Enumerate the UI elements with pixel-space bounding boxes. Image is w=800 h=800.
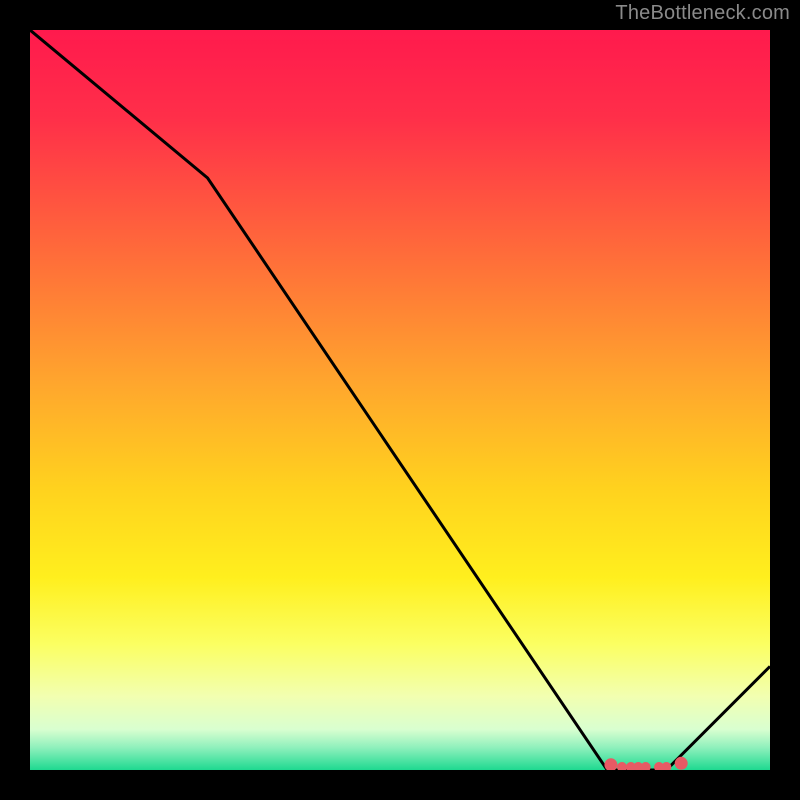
optimal-marker <box>675 757 687 769</box>
plot-area <box>30 30 770 770</box>
optimal-marker <box>618 763 627 771</box>
attribution-text: TheBottleneck.com <box>615 2 790 25</box>
heat-gradient-background <box>30 30 770 770</box>
optimal-marker <box>641 763 650 771</box>
optimal-marker <box>605 759 617 770</box>
optimal-marker <box>662 763 671 771</box>
bottleneck-chart <box>30 30 770 770</box>
chart-frame: TheBottleneck.com <box>0 0 800 800</box>
